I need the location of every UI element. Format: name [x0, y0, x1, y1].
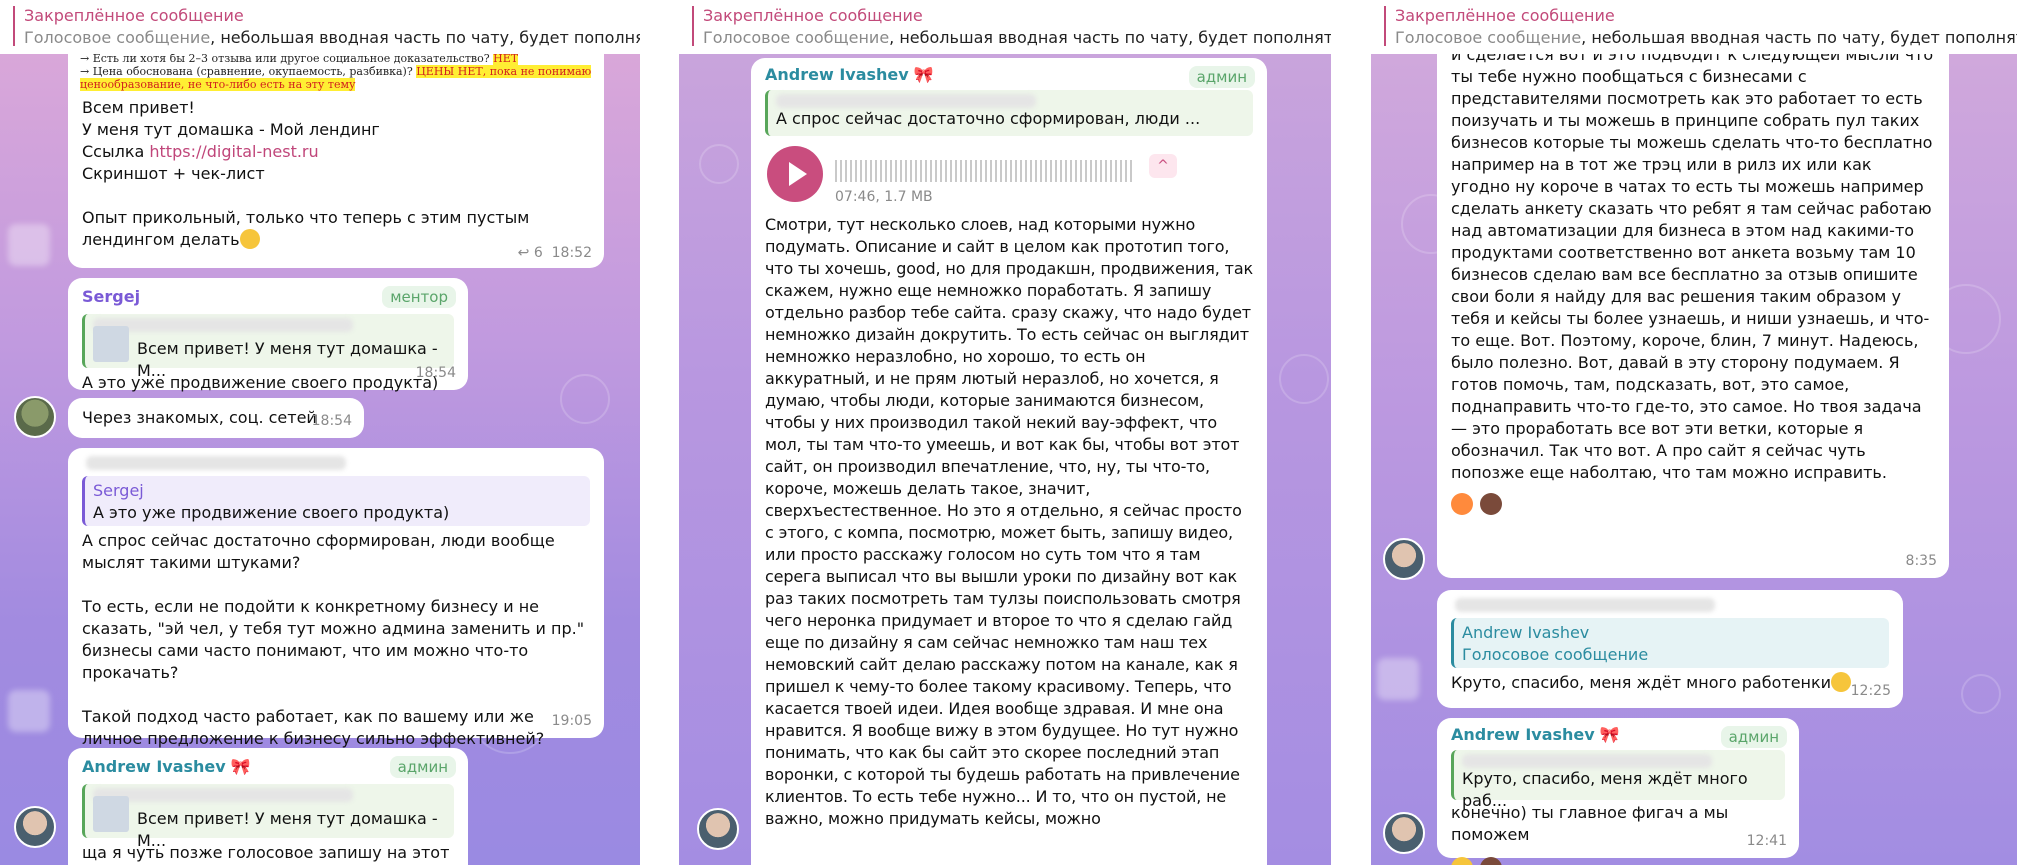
pinned-message-bar[interactable]: Закреплённое сообщение Голосовое сообщен…	[679, 0, 1331, 54]
message-line: У меня тут домашка - Мой лендинг	[82, 120, 380, 139]
pinned-message-bar[interactable]: Закреплённое сообщение Голосовое сообщен…	[1371, 0, 2017, 54]
avatar[interactable]	[8, 690, 50, 732]
quote-text: А спрос сейчас достаточно сформирован, л…	[776, 109, 1201, 128]
message-bubble[interactable]: Sergej А это уже продвижение своего прод…	[68, 448, 604, 748]
avatar[interactable]	[697, 808, 739, 850]
forward-label	[86, 456, 346, 470]
reply-icon[interactable]: ↩	[518, 245, 534, 261]
pinned-message-bar[interactable]: Закреплённое сообщение Голосовое сообщен…	[0, 0, 640, 54]
message-time: 19:05	[551, 713, 592, 729]
quote-text: Голосовое сообщение	[1462, 645, 1649, 664]
quote-text: А это уже продвижение своего продукта)	[93, 503, 450, 522]
reply-quote[interactable]: А спрос сейчас достаточно сформирован, л…	[765, 90, 1253, 136]
play-icon[interactable]	[767, 146, 823, 202]
message-text: Через знакомых, соц. сетей	[82, 408, 317, 427]
sender-name[interactable]: Andrew Ivashev	[82, 757, 226, 776]
role-badge: ментор	[382, 286, 456, 308]
checklist-line: → Цена обоснована (сравнение, окупаемост…	[80, 65, 592, 91]
sender-name[interactable]: Sergej	[82, 287, 140, 306]
reactions[interactable]	[1451, 856, 1785, 865]
pinned-title: Закреплённое сообщение	[24, 6, 244, 25]
bow-icon: 🎀	[913, 65, 934, 84]
role-badge: админ	[1720, 726, 1787, 748]
thumbnail-image	[93, 326, 129, 362]
bow-icon: 🎀	[230, 757, 251, 776]
quote-name: Andrew Ivashev	[1462, 623, 1590, 642]
message-line: Скриншот + чек-лист	[82, 164, 265, 183]
message-bubble[interactable]: Andrew Ivashev 🎀 админ А спрос сейчас до…	[751, 58, 1267, 865]
transcript-text: Смотри, тут несколько слоев, над которым…	[765, 215, 1258, 828]
smile-emoji	[239, 229, 260, 249]
role-badge: админ	[1188, 66, 1255, 88]
message-time: 12:25	[1850, 683, 1891, 699]
message-meta: ↩ 6 18:52	[517, 245, 592, 261]
message-bubble[interactable]: Sergej ментор Всем привет! У меня тут до…	[68, 278, 468, 392]
chat-panel-2: Закреплённое сообщение Голосовое сообщен…	[679, 0, 1331, 865]
reply-quote[interactable]: Всем привет! У меня тут домашка - М...	[82, 314, 454, 380]
message-text: А спрос сейчас достаточно сформирован, л…	[82, 531, 585, 748]
sender-name[interactable]: Andrew Ivashev	[765, 65, 909, 84]
pinned-text: Голосовое сообщение, небольшая вводная ч…	[1395, 28, 2017, 47]
avatar[interactable]	[14, 806, 56, 848]
reactor-avatar	[1480, 856, 1503, 865]
thumbnail-image	[93, 796, 129, 832]
avatar[interactable]	[1383, 812, 1425, 854]
chat-panel-3: Закреплённое сообщение Голосовое сообщен…	[1371, 0, 2017, 865]
pinned-title: Закреплённое сообщение	[1395, 6, 1615, 25]
fire-reaction-icon[interactable]	[1451, 492, 1473, 515]
reply-quote[interactable]: Sergej А это уже продвижение своего прод…	[82, 476, 590, 526]
reply-quote[interactable]: Круто, спасибо, меня ждёт много раб...	[1451, 750, 1785, 810]
message-time: 18:54	[415, 365, 456, 381]
transcript-text: и сделается вот и это подводит к следующ…	[1451, 45, 1939, 482]
website-link[interactable]: https://digital-nest.ru	[149, 142, 318, 161]
bow-icon: 🎀	[1599, 725, 1620, 744]
avatar[interactable]	[8, 224, 50, 266]
forward-label	[1455, 598, 1715, 612]
quote-text: Всем привет! У меня тут домашка - М...	[137, 809, 438, 850]
quote-text: Круто, спасибо, меня ждёт много раб...	[1462, 769, 1748, 810]
collapse-caret-icon[interactable]: ^	[1149, 154, 1177, 178]
message-bubble[interactable]: Andrew Ivashev 🎀 админ Всем привет! У ме…	[68, 748, 468, 865]
message-text: Круто, спасибо, меня ждёт много работенк…	[1451, 672, 1889, 694]
message-bubble[interactable]: и сделается вот и это подводит к следующ…	[1437, 40, 1949, 578]
voice-message[interactable]: 07:46, 1.7 MB ^	[765, 136, 1253, 206]
reactions[interactable]	[1451, 492, 1935, 515]
avatar[interactable]	[1377, 658, 1419, 700]
reply-quote[interactable]: Andrew Ivashev Голосовое сообщение	[1451, 618, 1889, 668]
message-bubble[interactable]: Через знакомых, соц. сетей 18:54	[68, 398, 364, 438]
message-time: 18:54	[311, 413, 352, 429]
waveform[interactable]	[835, 160, 1135, 182]
avatar[interactable]	[1383, 538, 1425, 580]
thumbs-up-reaction-icon[interactable]	[1451, 856, 1473, 865]
reactor-avatar	[1480, 492, 1503, 515]
avatar[interactable]	[14, 396, 56, 438]
grimace-emoji	[1831, 672, 1852, 692]
pinned-text: Голосовое сообщение, небольшая вводная ч…	[24, 28, 640, 47]
voice-meta: 07:46, 1.7 MB	[835, 189, 933, 205]
reply-quote[interactable]: Всем привет! У меня тут домашка - М...	[82, 784, 454, 850]
message-bubble[interactable]: → Есть ли хотя бы 2–3 отзыва или другое …	[68, 46, 604, 268]
quote-name: Sergej	[93, 481, 144, 500]
message-time: 12:41	[1746, 833, 1787, 849]
quote-text: Всем привет! У меня тут домашка - М...	[137, 339, 438, 380]
message-bubble[interactable]: Andrew Ivashev 🎀 админ Круто, спасибо, м…	[1437, 718, 1799, 865]
message-bubble[interactable]: Andrew Ivashev Голосовое сообщение Круто…	[1437, 590, 1903, 708]
sender-name[interactable]: Andrew Ivashev	[1451, 725, 1595, 744]
chat-panel-1: Закреплённое сообщение Голосовое сообщен…	[0, 0, 640, 865]
message-line: Всем привет!	[82, 98, 195, 117]
pinned-title: Закреплённое сообщение	[703, 6, 923, 25]
role-badge: админ	[389, 756, 456, 778]
message-time: 8:35	[1905, 553, 1937, 569]
pinned-text: Голосовое сообщение, небольшая вводная ч…	[703, 28, 1331, 47]
message-line: Ссылка https://digital-nest.ru	[82, 142, 319, 161]
